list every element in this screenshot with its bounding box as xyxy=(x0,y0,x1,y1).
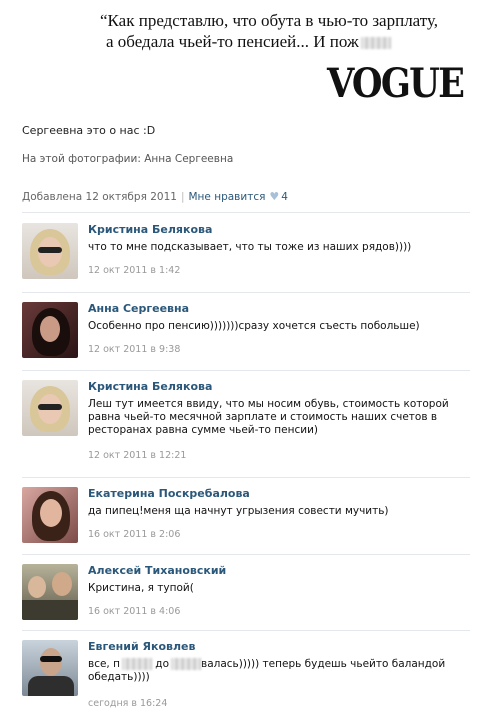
comment-date[interactable]: 12 окт 2011 в 1:42 xyxy=(88,265,180,276)
comment-date[interactable]: 12 окт 2011 в 12:21 xyxy=(88,450,186,461)
comment-author[interactable]: Екатерина Поскребалова xyxy=(88,487,250,500)
photo-meta: Добавлена 12 октября 2011 | Мне нравится ♥ 4 xyxy=(22,190,288,203)
comment-date[interactable]: сегодня в 16:24 xyxy=(88,698,167,709)
quote-line-2-text: а обедала чьей-то пенсией... И пож xyxy=(106,32,359,51)
avatar[interactable] xyxy=(22,564,78,620)
avatar[interactable] xyxy=(22,380,78,436)
divider xyxy=(22,370,470,371)
divider xyxy=(22,477,470,478)
blurred-text xyxy=(360,37,391,50)
photo-caption: Сергеевна это о нас :D xyxy=(22,124,156,137)
quote-line-2: а обедала чьей-то пенсией... И пож xyxy=(100,31,490,52)
divider xyxy=(22,212,470,213)
comment-text: что то мне подсказывает, что ты тоже из … xyxy=(88,241,412,253)
comment-text: Леш тут имеется ввиду, что мы носим обув… xyxy=(88,398,449,436)
added-date: Добавлена 12 октября 2011 xyxy=(22,191,177,203)
meta-separator: | xyxy=(180,191,185,203)
avatar[interactable] xyxy=(22,302,78,358)
avatar[interactable] xyxy=(22,487,78,543)
divider xyxy=(22,630,470,631)
avatar[interactable] xyxy=(22,640,78,696)
heart-icon[interactable]: ♥ xyxy=(269,190,279,203)
avatar[interactable] xyxy=(22,223,78,279)
comment-text-part: до xyxy=(151,658,169,670)
divider xyxy=(22,292,470,293)
like-button[interactable]: Мне нравится xyxy=(189,191,266,203)
comment-author[interactable]: Кристина Белякова xyxy=(88,223,212,236)
comment-text: Особенно про пенсию)))))))сразу хочется … xyxy=(88,320,420,332)
divider xyxy=(22,554,470,555)
comment-date[interactable]: 12 окт 2011 в 9:38 xyxy=(88,344,180,355)
comment-text: все, п до валась))))) теперь будешь чьейт… xyxy=(88,658,478,684)
like-count[interactable]: 4 xyxy=(281,191,288,203)
quote-block: “Как представлю, что обута в чью-то зарп… xyxy=(100,10,490,52)
comment-text: да пипец!меня ща начнут угрызения совест… xyxy=(88,505,389,517)
comment-author[interactable]: Евгений Яковлев xyxy=(88,640,195,653)
comment-text: Кристина, я тупой( xyxy=(88,582,194,594)
vogue-logo: VOGUE xyxy=(327,60,465,107)
comment-text-part: все, п xyxy=(88,658,120,670)
comment-date[interactable]: 16 окт 2011 в 4:06 xyxy=(88,606,180,617)
comment-date[interactable]: 16 окт 2011 в 2:06 xyxy=(88,529,180,540)
comment-author[interactable]: Кристина Белякова xyxy=(88,380,212,393)
tagged-people[interactable]: На этой фотографии: Анна Сергеевна xyxy=(22,153,233,165)
quote-line-1: “Как представлю, что обута в чью-то зарп… xyxy=(100,11,439,30)
comment-author[interactable]: Анна Сергеевна xyxy=(88,302,189,315)
comment-author[interactable]: Алексей Тихановский xyxy=(88,564,226,577)
blurred-text xyxy=(121,658,152,670)
blurred-text xyxy=(171,658,201,670)
